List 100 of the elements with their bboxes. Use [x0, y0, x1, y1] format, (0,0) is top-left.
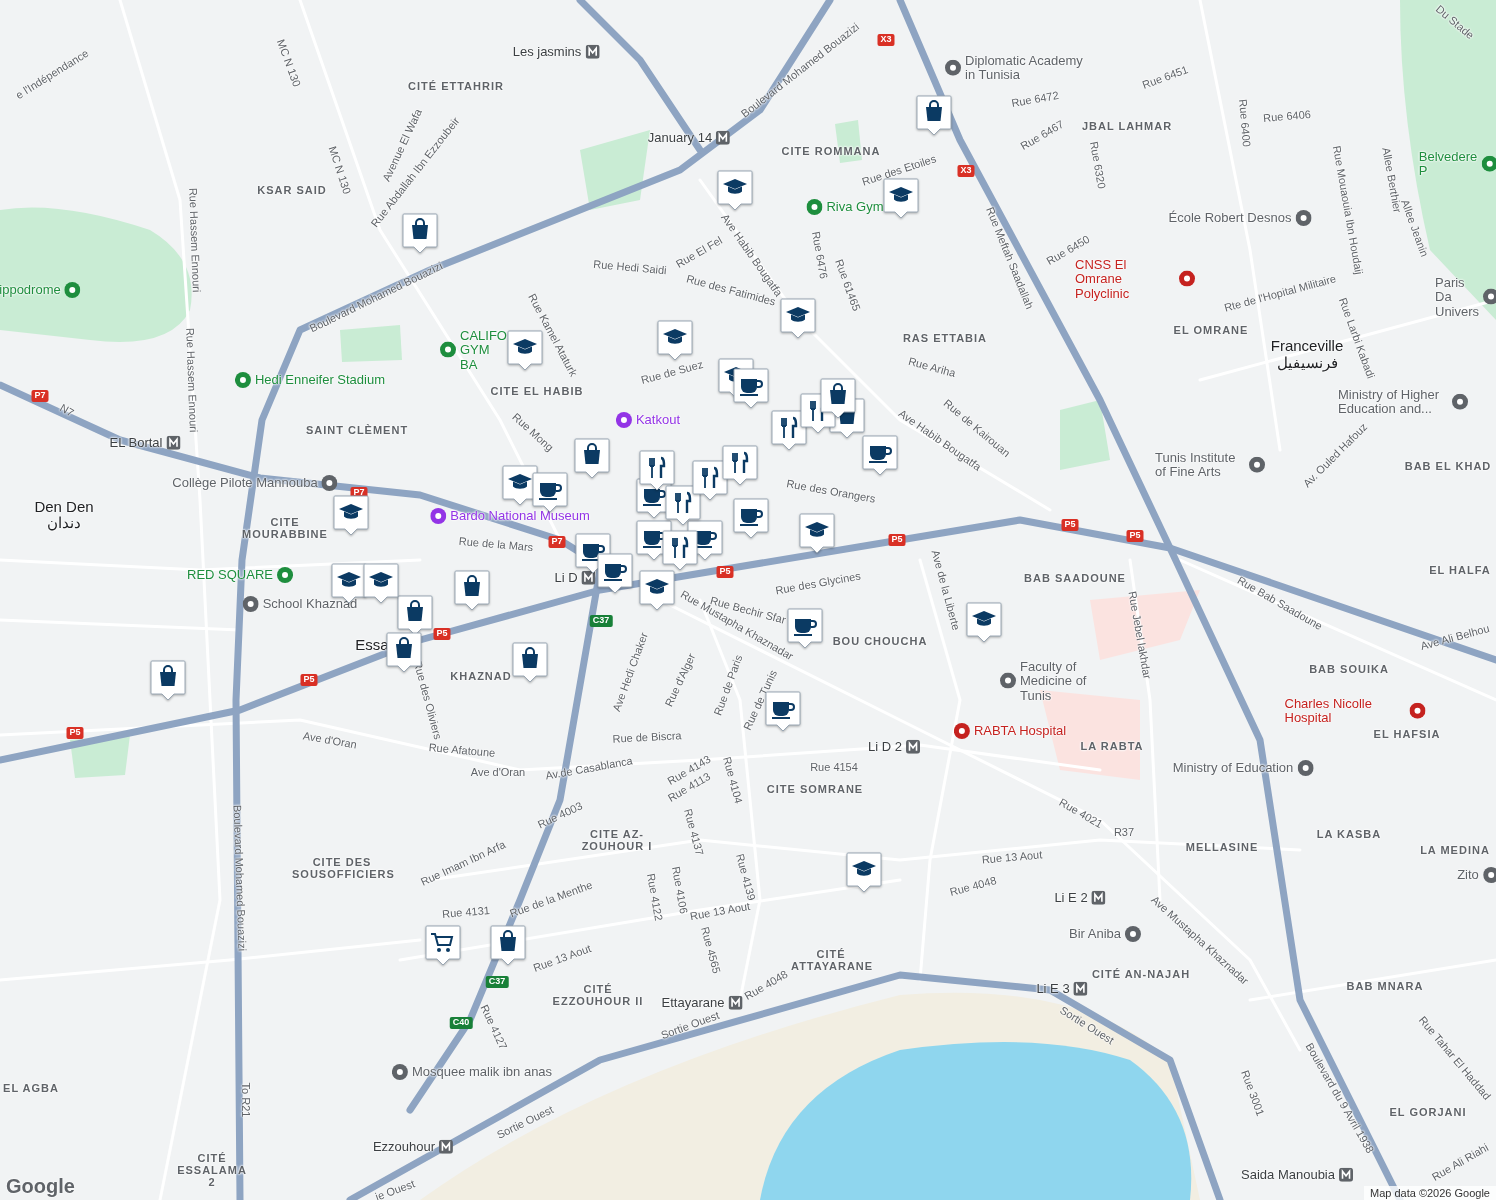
- street-label: Ave Ali Belhou: [1419, 622, 1491, 652]
- shopping-bag-pin[interactable]: [454, 570, 490, 612]
- place-label: RED SQUARE: [187, 567, 273, 583]
- street-label: Rue 4139: [734, 852, 758, 902]
- street-label: Rue des Orangers: [785, 477, 877, 505]
- area-label: RAS ETTABIA: [902, 331, 988, 345]
- school-pin[interactable]: [846, 852, 882, 894]
- street-label: Rue 4021: [1057, 795, 1105, 831]
- area-label: MELLASINE: [1185, 840, 1259, 854]
- street-label: Rue de Biscra: [612, 729, 682, 745]
- place-label: École Robert Desnos: [1168, 210, 1292, 226]
- place-label: Ministry of Higher Education and...: [1338, 387, 1441, 417]
- school-pin[interactable]: [966, 602, 1002, 644]
- shopping-bag-pin[interactable]: [512, 642, 548, 684]
- street-label: Rue 3001: [1239, 1068, 1267, 1118]
- restaurant-pin[interactable]: [692, 460, 728, 502]
- place-label: Hedi Enneifer Stadium: [254, 372, 386, 388]
- street-label: Rue El Fel: [673, 233, 725, 271]
- road-number-badge: P5: [1126, 530, 1144, 542]
- area-label: CITÉ AN-NAJAH: [1091, 967, 1191, 981]
- shopping-bag-pin[interactable]: [150, 660, 186, 702]
- school-pin[interactable]: [717, 170, 753, 212]
- area-label: SAINT CLÈMENT: [305, 423, 409, 437]
- street-label: Rue 4048: [948, 874, 998, 898]
- street-label: Rue 4154: [810, 760, 858, 774]
- station-label: Ezzouhour: [372, 1139, 436, 1155]
- place-label: Diplomatic Academy in Tunisia: [965, 53, 1084, 83]
- school-pin[interactable]: [639, 570, 675, 612]
- area-label: CITE SOMRANE: [766, 782, 864, 796]
- cafe-pin[interactable]: [862, 435, 898, 477]
- street-label: Rue de la Menthe: [508, 878, 594, 920]
- area-label: CITÉ ATTAYARANE: [791, 947, 871, 973]
- place-label: Bardo National Museum: [450, 508, 590, 524]
- street-label: Sortie Ouest: [494, 1103, 556, 1141]
- road-number-badge: P5: [716, 566, 734, 578]
- area-label: EL AGBA: [3, 1081, 59, 1095]
- street-label: Rue Afatoune: [428, 741, 496, 759]
- area-label: LA MEDINA: [1420, 843, 1490, 857]
- place-label: School Khaznad: [262, 596, 358, 612]
- street-label: Rue des Glycines: [774, 569, 862, 597]
- cafe-pin[interactable]: [765, 691, 801, 733]
- school-pin[interactable]: [883, 178, 919, 220]
- station-label: Ettayarane: [661, 995, 725, 1011]
- place-label: Franceville: [1270, 337, 1344, 355]
- street-label: Rue 6467: [1018, 117, 1066, 153]
- area-label: CITE ROMMANA: [781, 144, 881, 158]
- street-label: Rue 13 Aout: [531, 941, 593, 975]
- street-label: Rue Hedi Saidi: [592, 257, 668, 277]
- shopping-bag-pin[interactable]: [574, 438, 610, 480]
- cafe-pin[interactable]: [733, 498, 769, 540]
- place-label: Riva Gym: [826, 199, 884, 215]
- place-label: Katkout: [635, 412, 681, 428]
- school-pin[interactable]: [780, 298, 816, 340]
- street-label: Ave d'Oran: [302, 729, 358, 751]
- road-number-badge: P5: [433, 628, 451, 640]
- street-label: Rue 6406: [1262, 107, 1312, 125]
- place-label: فرنسيفيل: [1276, 354, 1338, 372]
- school-pin[interactable]: [799, 513, 835, 555]
- street-label: Rue Hassem Ennouri: [184, 327, 200, 433]
- street-label: Rue 61465: [833, 257, 863, 313]
- area-label: KHAZNAD: [450, 669, 512, 683]
- restaurant-pin[interactable]: [722, 445, 758, 487]
- shopping-cart-pin[interactable]: [425, 925, 461, 967]
- area-label: BAB SOUIKA: [1309, 662, 1389, 676]
- street-label: Rue 6476: [809, 230, 831, 280]
- shopping-bag-pin[interactable]: [402, 213, 438, 255]
- road-number-badge: P5: [888, 534, 906, 546]
- map-attribution: Map data ©2026 Google: [1363, 1186, 1496, 1200]
- road-number-badge: P7: [548, 536, 566, 548]
- school-pin[interactable]: [333, 495, 369, 537]
- area-label: EL OMRANE: [1173, 323, 1249, 337]
- metro-icon: [1339, 1168, 1353, 1182]
- shopping-bag-pin[interactable]: [490, 925, 526, 967]
- metro-icon: [439, 1140, 454, 1154]
- street-label: Rue Jebel lakhdar: [1126, 590, 1154, 680]
- school-pin[interactable]: [657, 320, 693, 362]
- restaurant-pin[interactable]: [771, 410, 807, 452]
- road-number-badge: C37: [589, 615, 613, 627]
- metro-icon: [581, 571, 596, 585]
- street-label: Rue 6472: [1010, 88, 1060, 110]
- metro-icon: [166, 436, 181, 450]
- street-label: Rue 4048: [742, 967, 790, 1003]
- street-label: Rue 4127: [478, 1002, 510, 1052]
- place-label: Charles Nicolle Hospital: [1284, 696, 1373, 726]
- street-label: Rue 4106: [669, 865, 691, 915]
- shopping-bag-pin[interactable]: [916, 95, 952, 137]
- school-pin[interactable]: [363, 563, 399, 605]
- restaurant-pin[interactable]: [662, 530, 698, 572]
- cafe-pin[interactable]: [733, 368, 769, 410]
- area-label: CITÉ ETTAHRIR: [408, 79, 504, 93]
- station-label: Les jasmins: [512, 44, 582, 60]
- place-label: Den Den: [34, 498, 94, 516]
- place-label: CALIFO GYM BA: [460, 328, 507, 372]
- cafe-pin[interactable]: [597, 553, 633, 595]
- station-label: Saida Manoubia: [1241, 1167, 1335, 1183]
- street-label: ie Ouest: [373, 1177, 417, 1200]
- place-label: Faculty of Medicine of Tunis: [1020, 659, 1088, 703]
- place-label: Bir Aniba: [1069, 926, 1121, 942]
- area-label: LA KASBA: [1316, 827, 1382, 841]
- street-label: Rue 4137: [682, 807, 706, 857]
